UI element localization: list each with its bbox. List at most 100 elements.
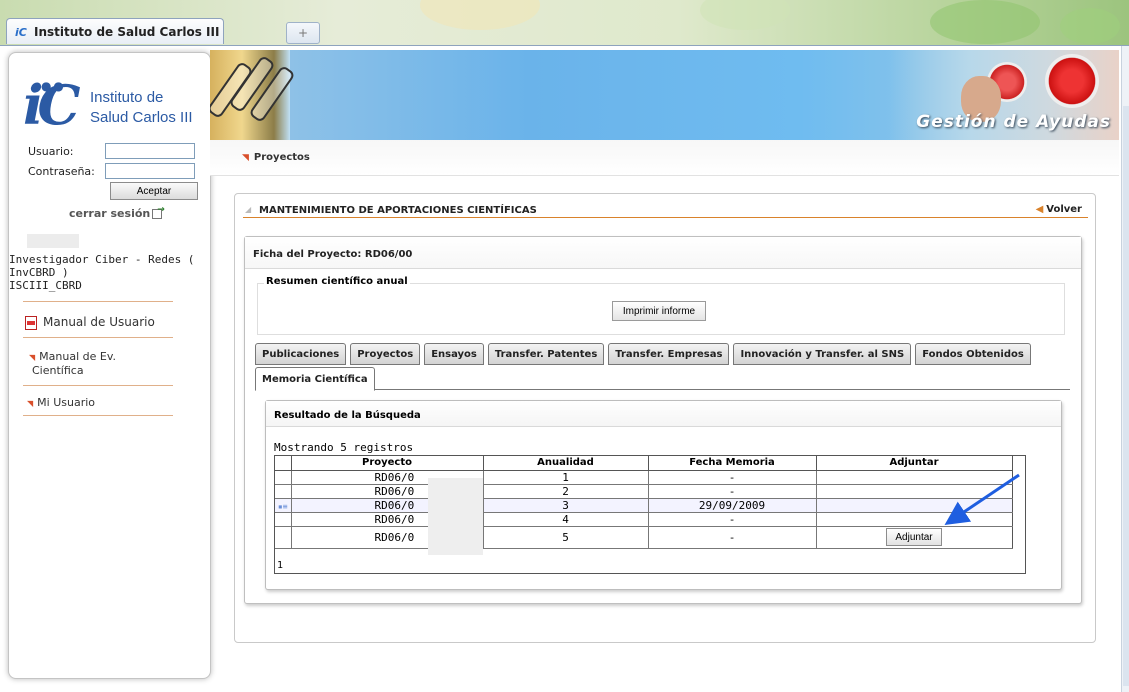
- redacted-username: [27, 234, 79, 248]
- tab-row-2: Memoria Científica: [255, 367, 379, 391]
- selected-row-icon: ▪≡: [277, 501, 288, 511]
- table-row[interactable]: RD06/0 4 -: [275, 512, 1013, 527]
- manual-ev-cientifica-link[interactable]: ◥ Manual de Ev. Científica: [29, 350, 116, 377]
- table-row[interactable]: ▪≡ RD06/0 3 29/09/2009: [275, 498, 1013, 513]
- cell-fecha-memoria: -: [647, 484, 816, 499]
- sidebar-divider: [23, 301, 173, 302]
- banner-title: Gestión de Ayudas: [916, 112, 1111, 132]
- bullet-arrow-icon: ◥: [27, 399, 34, 408]
- ficha-proyecto-panel: Ficha del Proyecto: RD06/00 Resumen cien…: [244, 236, 1082, 604]
- aceptar-button[interactable]: Aceptar: [110, 182, 198, 200]
- table-row[interactable]: RD06/0 2 -: [275, 484, 1013, 499]
- resumen-fieldset: Resumen científico anual Imprimir inform…: [257, 276, 1065, 335]
- contrasena-input[interactable]: [105, 163, 195, 179]
- cell-anualidad: 4: [482, 512, 648, 527]
- usuario-row: Usuario:: [28, 143, 195, 159]
- volver-label: Volver: [1046, 204, 1082, 215]
- adjuntar-button[interactable]: Adjuntar: [886, 528, 942, 546]
- table-row[interactable]: RD06/0 5 - Adjuntar: [275, 526, 1013, 549]
- mi-usuario-link[interactable]: ◥ Mi Usuario: [27, 396, 95, 409]
- breadcrumb-marker-icon: ◥: [242, 153, 249, 163]
- sidebar-divider: [23, 415, 173, 416]
- sidebar-divider: [23, 385, 173, 386]
- tab-memoria-cientifica[interactable]: Memoria Científica: [255, 367, 375, 391]
- tab-transfer-patentes[interactable]: Transfer. Patentes: [487, 343, 605, 365]
- user-role-line2: InvCBRD ): [9, 266, 69, 279]
- bullet-arrow-icon: ◥: [29, 353, 36, 362]
- results-table: Proyecto Anualidad Fecha Memoria Adjunta…: [275, 456, 1013, 549]
- user-role-line3: ISCIII_CBRD: [9, 279, 82, 292]
- usuario-label: Usuario:: [28, 145, 74, 158]
- tab-proyectos[interactable]: Proyectos: [350, 343, 421, 365]
- site-favicon-icon: iC: [15, 26, 27, 39]
- table-row[interactable]: RD06/0 1 -: [275, 470, 1013, 485]
- row-selector[interactable]: [275, 512, 291, 527]
- cerrar-sesion-link[interactable]: cerrar sesión: [69, 205, 165, 220]
- usuario-input[interactable]: [105, 143, 195, 159]
- ficha-title: Ficha del Proyecto: RD06/00: [253, 249, 413, 260]
- cell-fecha-memoria: -: [647, 526, 816, 549]
- tab-transfer-empresas[interactable]: Transfer. Empresas: [608, 343, 730, 365]
- logout-icon: [152, 205, 165, 219]
- ficha-title-bar: Ficha del Proyecto: RD06/00: [245, 237, 1081, 269]
- tabs-baseline: [255, 389, 1070, 390]
- column-header-fecha-memoria[interactable]: Fecha Memoria: [647, 456, 816, 471]
- row-selector[interactable]: [275, 526, 291, 549]
- column-header-adjuntar[interactable]: Adjuntar: [815, 456, 1013, 471]
- results-grid: Proyecto Anualidad Fecha Memoria Adjunta…: [274, 455, 1026, 574]
- cell-fecha-memoria: -: [647, 512, 816, 527]
- row-selector[interactable]: ▪≡: [275, 498, 291, 513]
- column-header-anualidad[interactable]: Anualidad: [482, 456, 648, 471]
- logo-mark: iC: [23, 73, 80, 137]
- resultado-title: Resultado de la Búsqueda: [274, 410, 421, 421]
- cell-adjuntar: [815, 498, 1013, 513]
- resultado-title-bar: Resultado de la Búsqueda: [266, 401, 1061, 427]
- volver-link[interactable]: ◀ Volver: [1036, 204, 1082, 215]
- imprimir-informe-button[interactable]: Imprimir informe: [612, 301, 706, 321]
- record-count: Mostrando 5 registros: [274, 441, 414, 454]
- breadcrumb: ◥ Proyectos: [210, 140, 1119, 176]
- redacted-project-codes: [428, 478, 483, 555]
- manual-ev-label-line1: Manual de Ev.: [39, 350, 116, 363]
- tab-innovacion-sns[interactable]: Innovación y Transfer. al SNS: [733, 343, 912, 365]
- manual-usuario-link[interactable]: Manual de Usuario: [25, 315, 155, 330]
- user-role-line1: Investigador Ciber - Redes (: [9, 253, 195, 266]
- cell-anualidad: 3: [482, 498, 648, 513]
- back-chevron-icon: ◀: [1035, 204, 1044, 215]
- cell-fecha-memoria: -: [647, 470, 816, 485]
- pager-page-number[interactable]: 1: [277, 560, 283, 571]
- resultado-panel: Resultado de la Búsqueda Mostrando 5 reg…: [265, 400, 1062, 590]
- left-sidebar: ● ● iC Instituto de Salud Carlos III Usu…: [8, 52, 211, 679]
- scrollbar-thumb[interactable]: [1123, 106, 1129, 686]
- main-panel: MANTENIMIENTO DE APORTACIONES CIENTÍFICA…: [234, 193, 1096, 643]
- cell-adjuntar: [815, 470, 1013, 485]
- contrasena-row: Contraseña:: [28, 163, 195, 179]
- new-tab-button[interactable]: +: [286, 22, 320, 44]
- breadcrumb-item[interactable]: ◥ Proyectos: [242, 152, 310, 163]
- tab-ensayos[interactable]: Ensayos: [424, 343, 484, 365]
- tab-fondos-obtenidos[interactable]: Fondos Obtenidos: [915, 343, 1031, 365]
- cell-adjuntar: [815, 512, 1013, 527]
- row-selector[interactable]: [275, 484, 291, 499]
- browser-tab-strip: iC Instituto de Salud Carlos III +: [0, 0, 1129, 46]
- row-selector[interactable]: [275, 470, 291, 485]
- sidebar-divider: [23, 337, 173, 338]
- browser-divider: [0, 45, 1129, 46]
- cell-anualidad: 5: [482, 526, 648, 549]
- breadcrumb-label: Proyectos: [253, 152, 310, 163]
- logo-text-line2: Salud Carlos III: [90, 109, 193, 126]
- manual-usuario-label: Manual de Usuario: [43, 315, 155, 329]
- tab-publicaciones[interactable]: Publicaciones: [255, 343, 347, 365]
- cerrar-sesion-label: cerrar sesión: [69, 207, 151, 220]
- page-title: MANTENIMIENTO DE APORTACIONES CIENTÍFICA…: [245, 205, 537, 216]
- header-banner: Gestión de Ayudas: [210, 50, 1119, 140]
- column-header-proyecto[interactable]: Proyecto: [290, 456, 483, 471]
- lab-bottles-image: [210, 50, 296, 140]
- main-header: MANTENIMIENTO DE APORTACIONES CIENTÍFICA…: [243, 202, 1088, 218]
- cell-adjuntar: [815, 484, 1013, 499]
- page-scrollbar[interactable]: [1121, 46, 1129, 692]
- cell-anualidad: 2: [482, 484, 648, 499]
- table-header-row: Proyecto Anualidad Fecha Memoria Adjunta…: [275, 456, 1013, 471]
- browser-tab[interactable]: iC Instituto de Salud Carlos III: [6, 18, 224, 44]
- logo-text-line1: Instituto de: [90, 89, 164, 106]
